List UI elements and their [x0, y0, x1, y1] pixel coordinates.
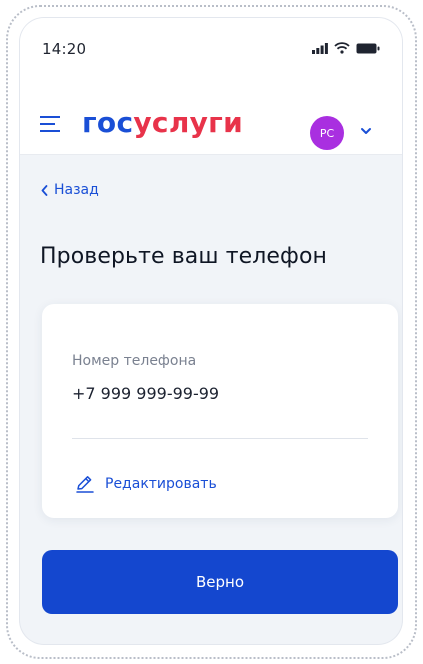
logo-part-gos: гос	[82, 106, 134, 139]
phone-card: Номер телефона +7 999 999-99-99 Редактир…	[42, 304, 398, 518]
phone-field-label: Номер телефона	[72, 353, 197, 369]
edit-phone-link[interactable]: Редактировать	[75, 474, 217, 494]
app-header: госуслуги PC	[20, 82, 402, 155]
chevron-down-icon[interactable]	[360, 127, 372, 135]
edit-label: Редактировать	[105, 476, 217, 492]
confirm-button[interactable]: Верно	[42, 550, 398, 614]
chevron-left-icon	[41, 184, 48, 196]
wifi-icon	[334, 42, 350, 54]
page-title: Проверьте ваш телефон	[40, 244, 328, 269]
menu-icon[interactable]	[40, 116, 62, 132]
phone-number-value: +7 999 999-99-99	[72, 384, 220, 403]
avatar[interactable]: PC	[310, 116, 344, 150]
gosuslugi-logo[interactable]: госуслуги	[82, 109, 243, 137]
card-divider	[72, 438, 368, 439]
phone-screen: 14:20 госуслуги PC Назад Проверьте ваш т…	[20, 18, 402, 644]
system-icons	[312, 42, 380, 54]
pencil-icon	[76, 476, 94, 493]
back-label: Назад	[54, 182, 99, 198]
back-link[interactable]: Назад	[41, 182, 99, 198]
signal-icon	[312, 42, 328, 54]
status-time: 14:20	[42, 40, 87, 58]
status-bar: 14:20	[20, 18, 402, 82]
logo-part-uslugi: услуги	[133, 106, 244, 139]
battery-icon	[356, 43, 380, 53]
